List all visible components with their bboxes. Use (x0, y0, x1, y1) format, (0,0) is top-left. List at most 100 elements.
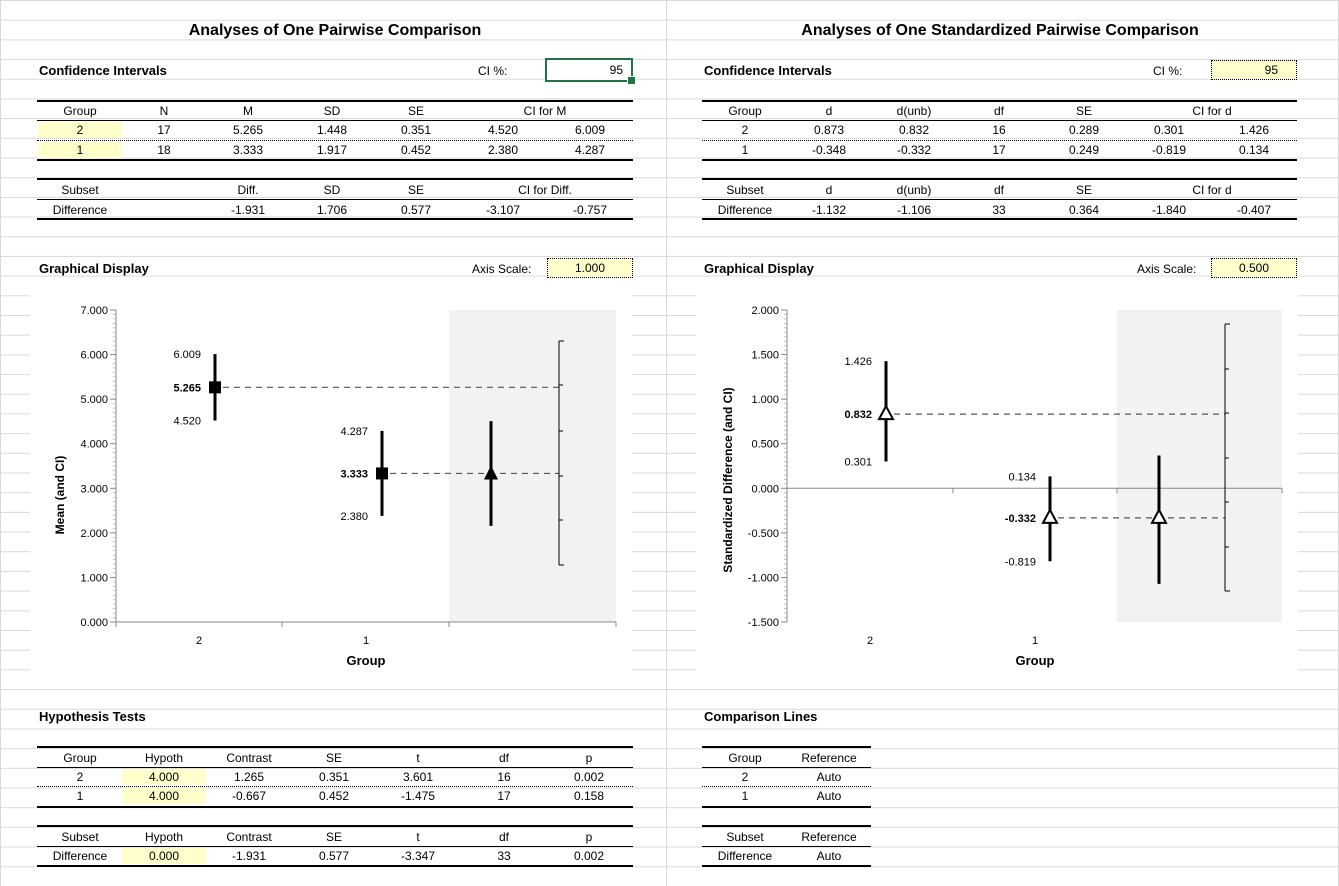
right-xlabel: Group (1016, 653, 1055, 668)
left-ci-input[interactable]: 95 (545, 58, 636, 85)
left-axis-scale-label: Axis Scale: (472, 262, 532, 276)
col-subset: Subset (61, 183, 99, 197)
group-cell[interactable]: 2 (38, 122, 122, 138)
col-hypoth: Hypoth (144, 830, 184, 844)
hypoth-input[interactable]: 4.000 (122, 769, 206, 785)
col-se: SE (1075, 183, 1092, 197)
ci-hi-cell: 4.287 (574, 143, 606, 157)
group-cell: 2 (741, 770, 749, 784)
contrast-cell: -1.931 (231, 849, 267, 863)
y-tick-label: 1.000 (80, 572, 108, 584)
x-tick-label: 2 (196, 635, 202, 647)
mean-label: 0.832 (844, 409, 872, 421)
se-cell: 0.289 (1068, 123, 1100, 137)
y-tick-label: 3.000 (80, 483, 108, 495)
col-reference: Reference (801, 751, 857, 765)
sd-cell: 1.706 (316, 203, 348, 217)
col-reference: Reference (801, 830, 857, 844)
y-tick-label: 0.000 (80, 617, 108, 629)
se-cell: 0.452 (318, 789, 350, 803)
right-ci-input[interactable]: 95 (1211, 60, 1297, 80)
df-cell: 17 (992, 143, 1006, 157)
ci-lo-label: 2.380 (340, 511, 368, 523)
col-subset: Subset (726, 830, 764, 844)
y-tick-label: 2.000 (80, 528, 108, 540)
left-graph-section: Graphical Display (39, 261, 149, 276)
ci-lo-cell: 4.520 (487, 123, 519, 137)
col-sd: SD (323, 104, 341, 118)
col-ci-m: CI for M (523, 104, 567, 118)
col-se: SE (325, 830, 342, 844)
y-tick-label: 4.000 (80, 439, 108, 451)
x-tick-label: 1 (363, 635, 369, 647)
col-diff: Diff. (237, 183, 259, 197)
col-se: SE (407, 104, 424, 118)
group-cell[interactable]: 1 (38, 142, 122, 158)
reference-cell[interactable]: Auto (787, 788, 871, 804)
y-tick-label: 5.000 (80, 394, 108, 406)
right-axis-scale-input[interactable]: 0.500 (1211, 258, 1297, 278)
df-cell: 17 (497, 789, 511, 803)
d-unb-cell: -1.106 (896, 203, 932, 217)
d-unb-cell: -0.332 (896, 143, 932, 157)
se-cell: 0.351 (400, 123, 432, 137)
group-cell: 1 (741, 143, 749, 157)
se-cell: 0.577 (318, 849, 350, 863)
left-ylabel: Mean (and CI) (53, 456, 67, 535)
t-cell: -3.347 (400, 849, 436, 863)
ci-hi-cell: 1.426 (1238, 123, 1270, 137)
right-ci-section: Confidence Intervals (704, 63, 832, 78)
ci-lo-label: 0.301 (844, 456, 872, 468)
difference-area (449, 310, 616, 622)
difference-area (1117, 310, 1282, 622)
y-tick-label: -1.000 (748, 572, 779, 584)
left-ci-section: Confidence Intervals (39, 63, 167, 78)
col-sd: SD (323, 183, 341, 197)
left-chart: 0.000 1.000 2.000 3.000 4.000 5.000 6.000 7.000… (30, 290, 632, 680)
col-t: t (416, 830, 420, 844)
col-se: SE (325, 751, 342, 765)
col-group: Group (63, 751, 97, 765)
col-ci-d: CI for d (1192, 183, 1232, 197)
col-group: Group (63, 104, 97, 118)
col-se: SE (1075, 104, 1092, 118)
right-ci-label: CI %: (1153, 64, 1183, 78)
y-tick-label: 1.500 (751, 350, 779, 362)
se-cell: 0.364 (1068, 203, 1100, 217)
reference-cell[interactable]: Auto (787, 769, 871, 785)
x-tick-label: 1 (1032, 635, 1038, 647)
df-cell: 16 (497, 770, 511, 784)
sd-cell: 1.917 (316, 143, 348, 157)
hypoth-input[interactable]: 4.000 (122, 788, 206, 804)
col-ci-diff: CI for Diff. (518, 183, 572, 197)
mean-marker (376, 467, 388, 480)
left-axis-scale-input[interactable]: 1.000 (547, 258, 633, 278)
diff-cell: -1.931 (230, 203, 266, 217)
right-ylabel: Standardized Difference (and CI) (721, 387, 735, 572)
right-title: Analyses of One Standardized Pairwise Co… (801, 22, 1199, 39)
ci-hi-label: 6.009 (173, 349, 201, 361)
n-cell: 17 (157, 123, 171, 137)
contrast-cell: -0.667 (231, 789, 267, 803)
col-se: SE (407, 183, 424, 197)
ci-lo-cell: -0.819 (1151, 143, 1187, 157)
reference-cell[interactable]: Auto (787, 848, 871, 864)
right-graph-section: Graphical Display (704, 261, 814, 276)
col-contrast: Contrast (226, 830, 272, 844)
right-chart: -1.500 -1.000 -0.500 0.000 0.500 1.000 1.500 2.… (696, 290, 1298, 680)
ci-hi-label: 0.134 (1008, 471, 1036, 483)
p-cell: 0.002 (573, 770, 605, 784)
x-tick-label: 2 (867, 635, 873, 647)
ci-hi-label: 1.426 (844, 356, 872, 368)
left-xlabel: Group (347, 653, 386, 668)
subset-cell: Difference (717, 203, 773, 217)
col-d-unb: d(unb) (896, 104, 932, 118)
right-axis-scale-label: Axis Scale: (1137, 262, 1197, 276)
col-d: d (825, 104, 833, 118)
hypoth-input[interactable]: 0.000 (122, 848, 206, 864)
col-group: Group (728, 751, 762, 765)
m-cell: 5.265 (232, 123, 264, 137)
col-p: p (585, 830, 593, 844)
mean-label: 3.333 (340, 468, 368, 480)
mean-label: 5.265 (173, 382, 201, 394)
